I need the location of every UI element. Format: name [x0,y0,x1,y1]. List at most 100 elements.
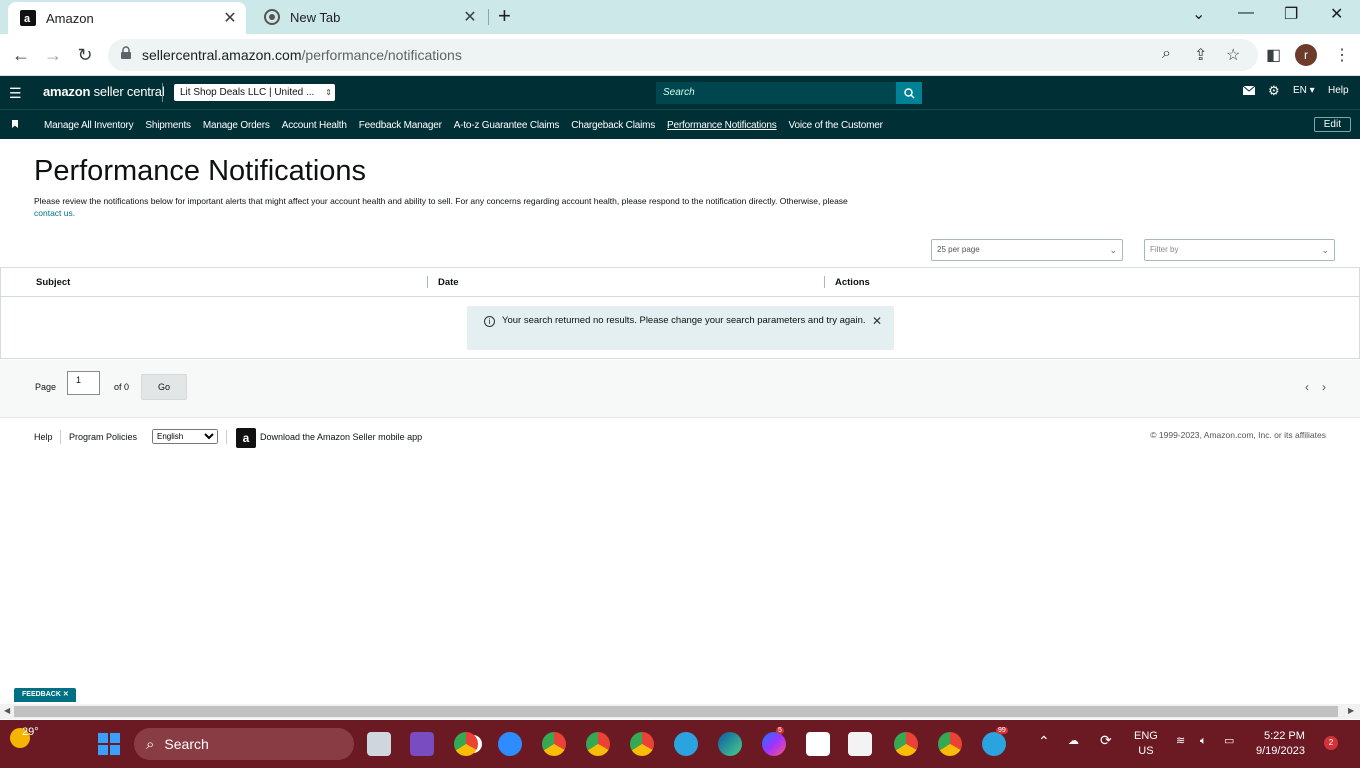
share-icon[interactable]: ⇪ [1194,45,1207,65]
seller-central-header: ☰ amazon seller central Lit Shop Deals L… [0,76,1360,109]
volume-icon[interactable]: 🔈︎ [1200,734,1207,749]
new-tab-icon[interactable]: + [498,5,511,27]
close-window-icon[interactable]: ✕ [1330,4,1343,24]
horizontal-scrollbar[interactable]: ◀ ▶ [0,704,1360,719]
restore-icon[interactable]: ❐ [1284,4,1298,24]
messenger-icon[interactable] [762,732,786,756]
lock-icon [120,45,140,65]
address-bar[interactable]: sellercentral.amazon.com/performance/not… [108,39,1258,71]
hamburger-menu-icon[interactable]: ☰ [9,85,22,102]
page-footer: Help Program Policies English a Download… [0,427,1360,449]
bookmark-star-icon[interactable]: ☆ [1226,45,1240,65]
svg-text:a: a [24,13,31,25]
nav-item-a-to-z-claims[interactable]: A-to-z Guarantee Claims [454,120,560,131]
chrome-profile-2-icon[interactable] [542,732,566,756]
feedback-tab[interactable]: FEEDBACK ✕ [14,688,76,702]
next-page-icon[interactable]: › [1322,380,1326,394]
chrome-profile-d-icon[interactable] [586,732,610,756]
menu-kebab-icon[interactable]: ⋮ [1334,45,1350,65]
close-tab-icon[interactable]: ✕ [460,7,480,27]
seller-central-logo[interactable]: amazon seller central [43,84,165,99]
settings-gear-icon[interactable]: ⚙ [1268,83,1280,99]
windows-taskbar: 29° ⌕ Search b 5 99 ⌃ ☁ ⟳ ENGUS ≋ 🔈︎ ▭ 5… [0,720,1360,768]
windows-start-icon[interactable] [98,733,120,755]
tab-title: New Tab [290,9,341,25]
zoom-icon[interactable]: ⌕ [1162,45,1171,63]
per-page-select[interactable]: 25 per page ⌄ [931,239,1123,261]
telegram-2-icon[interactable] [982,732,1006,756]
nav-item-account-health[interactable]: Account Health [282,120,347,131]
table-header: Subject Date Actions [1,268,1359,297]
tab-amazon[interactable]: a Amazon ✕ [8,2,246,34]
mail-icon[interactable] [1242,85,1256,98]
task-view-icon[interactable] [367,732,391,756]
search-icon [903,87,915,99]
footer-help-link[interactable]: Help [34,432,53,442]
snipping-tool-icon[interactable] [848,732,872,756]
back-icon[interactable]: ← [8,42,34,68]
bookmark-icon[interactable] [12,120,18,128]
scroll-left-icon[interactable]: ◀ [4,706,10,715]
nav-item-feedback-manager[interactable]: Feedback Manager [359,120,442,131]
battery-icon[interactable]: ▭ [1224,734,1234,749]
footer-language-select[interactable]: English [152,429,218,444]
filter-select[interactable]: Filter by ⌄ [1144,239,1335,261]
chevron-up-icon[interactable]: ⌃ [1038,734,1050,749]
zoom-app-icon[interactable] [498,732,522,756]
chrome-active-icon[interactable] [938,732,962,756]
profile-avatar[interactable]: r [1295,44,1317,66]
go-button[interactable]: Go [141,374,187,400]
teams-icon[interactable] [410,732,434,756]
close-alert-icon[interactable]: ✕ [872,314,882,328]
nav-item-manage-all-inventory[interactable]: Manage All Inventory [44,120,134,131]
input-language[interactable]: ENG US [1134,729,1158,759]
chevron-down-icon[interactable]: ⌄ [1192,4,1205,24]
scroll-right-icon[interactable]: ▶ [1348,706,1354,715]
chrome-profile-a-icon[interactable] [454,732,478,756]
wifi-icon[interactable]: ≋ [1176,734,1185,749]
column-header-actions[interactable]: Actions [835,277,870,288]
chevron-down-icon: ⌄ [1321,245,1329,255]
nav-list: Manage All Inventory Shipments Manage Or… [44,120,895,131]
amazon-favicon-icon: a [20,10,36,26]
sync-icon[interactable]: ⟳ [1100,733,1112,748]
close-tab-icon[interactable]: ✕ [220,8,240,28]
taskbar-search[interactable]: ⌕ Search b [134,728,482,760]
account-selector[interactable]: Lit Shop Deals LLC | United ... ⇕ [174,84,335,101]
contact-us-link[interactable]: contact us. [34,208,75,218]
search-input[interactable]: Search [656,82,896,104]
forward-icon[interactable]: → [40,42,66,68]
amazon-app-icon[interactable]: a [236,428,256,448]
nav-item-chargeback-claims[interactable]: Chargeback Claims [571,120,655,131]
chrome-profile-r-icon[interactable] [894,732,918,756]
nav-item-shipments[interactable]: Shipments [145,120,191,131]
onedrive-icon[interactable]: ☁ [1068,734,1079,749]
notification-count-badge[interactable]: 2 [1324,736,1338,750]
nav-item-voice-of-the-customer[interactable]: Voice of the Customer [789,120,883,131]
program-policies-link[interactable]: Program Policies [69,432,137,442]
alert-message: Your search returned no results. Please … [502,315,866,326]
minimize-icon[interactable]: — [1238,4,1254,22]
chrome-profile-j-icon[interactable] [630,732,654,756]
column-header-date[interactable]: Date [438,277,459,288]
nav-item-manage-orders[interactable]: Manage Orders [203,120,270,131]
weather-widget[interactable]: 29° [10,726,39,748]
slack-icon[interactable] [806,732,830,756]
nav-item-performance-notifications[interactable]: Performance Notifications [667,120,777,131]
telegram-icon[interactable] [674,732,698,756]
edge-icon[interactable] [718,732,742,756]
search-button[interactable] [896,82,922,104]
clock[interactable]: 5:22 PM 9/19/2023 [1256,729,1305,759]
page-number-input[interactable]: 1 [67,371,100,395]
scrollbar-thumb[interactable] [14,706,1338,717]
help-link[interactable]: Help [1328,85,1349,96]
column-header-subject[interactable]: Subject [36,277,70,288]
edit-nav-button[interactable]: Edit [1313,117,1351,132]
side-panel-icon[interactable]: ◧ [1266,45,1281,65]
previous-page-icon[interactable]: ‹ [1305,380,1309,394]
tab-title: Amazon [46,10,94,26]
reload-icon[interactable]: ↻ [72,42,98,68]
tab-new-tab[interactable]: New Tab ✕ [252,0,486,34]
language-selector[interactable]: EN ▾ [1293,85,1315,96]
download-app-link[interactable]: Download the Amazon Seller mobile app [260,432,422,442]
